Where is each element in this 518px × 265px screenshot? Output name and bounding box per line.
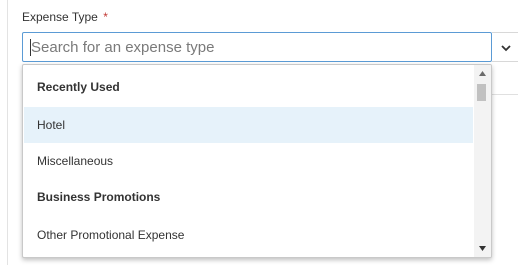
dropdown-scrollbar[interactable] [474,65,491,257]
option-other-promotional-expense[interactable]: Other Promotional Expense [24,217,473,253]
text-cursor [30,39,31,56]
dropdown-toggle-button[interactable] [492,32,518,62]
option-hotel[interactable]: Hotel [24,107,473,143]
expense-type-search-input[interactable] [29,33,487,61]
group-header-business-promotions: Business Promotions [37,190,161,204]
scroll-up-button[interactable] [474,65,491,82]
required-marker: * [103,10,108,24]
background-divider [492,94,518,95]
option-miscellaneous[interactable]: Miscellaneous [24,143,473,179]
scroll-down-arrow-icon [479,246,486,251]
group-header-recently-used: Recently Used [37,80,120,94]
expense-type-label-text: Expense Type [22,10,98,24]
expense-type-dropdown: Recently Used Hotel Miscellaneous Busine… [22,64,492,258]
left-divider [7,0,8,265]
scroll-thumb[interactable] [477,84,486,101]
scroll-down-button[interactable] [474,240,491,257]
expense-type-page: Expense Type * Recently Used Hotel Misce… [0,0,518,265]
chevron-down-icon [501,45,511,52]
expense-type-label: Expense Type * [22,10,108,24]
expense-type-search-box[interactable] [22,32,492,62]
scroll-up-arrow-icon [479,71,486,76]
